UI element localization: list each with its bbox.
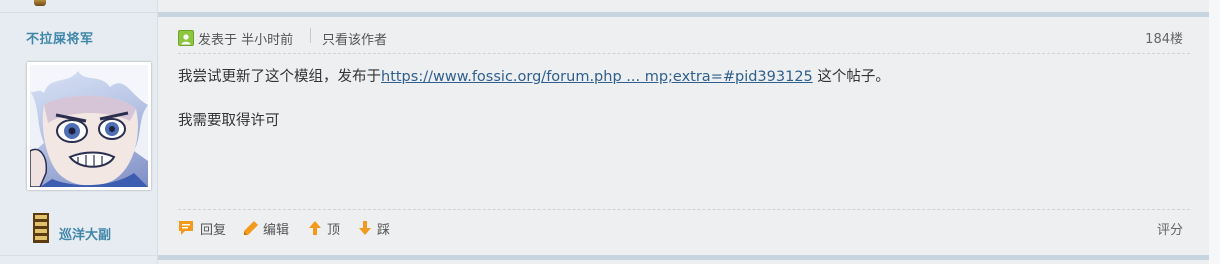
author-sidebar: 不拉屎将军 巡洋大副	[0, 0, 157, 264]
avatar[interactable]	[27, 62, 151, 190]
post-link[interactable]: https://www.fossic.org/forum.php ... mp;…	[381, 69, 813, 85]
arrow-up-icon	[309, 221, 321, 235]
post-line-2: 我需要取得许可	[178, 113, 280, 129]
floor-number[interactable]: 184楼	[1145, 28, 1183, 47]
downvote-label: 踩	[377, 223, 391, 238]
online-status-icon	[178, 30, 194, 46]
upvote-label: 顶	[327, 223, 341, 238]
reply-icon	[179, 221, 193, 235]
only-author-link[interactable]: 只看该作者	[322, 29, 387, 48]
rank-medal-icon	[33, 213, 49, 243]
rate-button[interactable]: 评分	[1157, 219, 1183, 238]
post-line-1-text: 我尝试更新了这个模组，发布于	[178, 69, 381, 85]
post-content: 我尝试更新了这个模组，发布于https://www.fossic.org/for…	[178, 66, 1178, 132]
post-time: 发表于 半小时前	[198, 33, 294, 48]
sidebar-top-line	[0, 12, 158, 13]
post-main: 发表于 半小时前 只看该作者 184楼 我尝试更新了这个模组，发布于https:…	[158, 17, 1209, 255]
arrow-down-icon	[359, 221, 371, 235]
author-rank-title: 巡洋大副	[59, 228, 112, 243]
reply-label: 回复	[200, 223, 227, 238]
sidebar-bottom-line	[0, 255, 158, 256]
post-header-divider	[178, 53, 1190, 54]
edit-label: 编辑	[263, 223, 290, 238]
author-username[interactable]: 不拉屎将军	[26, 28, 94, 47]
pencil-icon	[244, 221, 258, 235]
post-line-1: 我尝试更新了这个模组，发布于https://www.fossic.org/for…	[178, 66, 1178, 88]
avatar-image	[30, 65, 148, 187]
post-line-1-suffix: 这个帖子。	[812, 69, 890, 85]
page-gutter	[1209, 0, 1220, 264]
previous-post-rank-icon	[34, 0, 46, 6]
post-bottom-border	[158, 255, 1209, 260]
post-footer-divider	[178, 209, 1190, 210]
meta-divider	[310, 28, 311, 43]
